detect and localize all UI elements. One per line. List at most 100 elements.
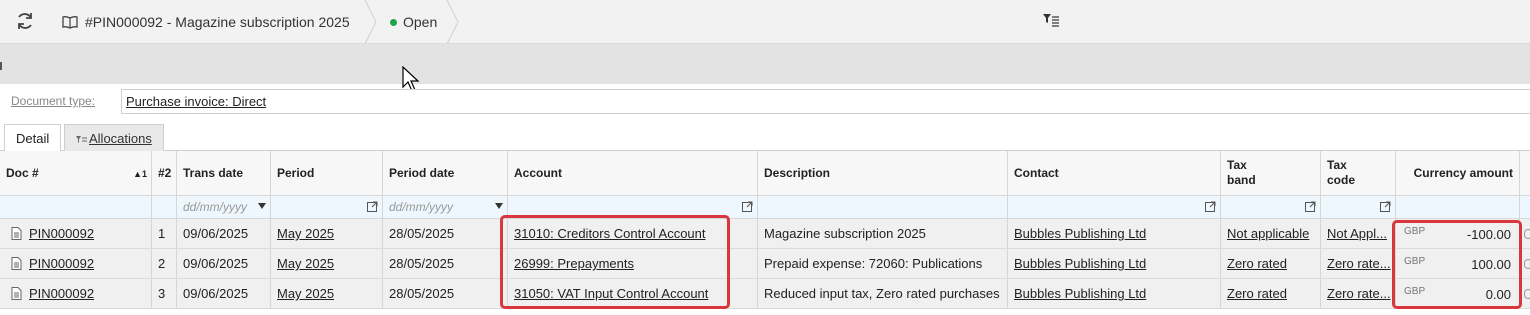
filter-description[interactable] — [758, 196, 1008, 218]
filter-trans-date-placeholder: dd/mm/yyyy — [183, 200, 248, 214]
breadcrumb-separator — [364, 0, 377, 44]
filter-contact[interactable] — [1008, 196, 1221, 218]
cell-tax-code[interactable]: Not Appl... — [1321, 219, 1396, 248]
column-header-contact-label: Contact — [1014, 165, 1059, 180]
column-header-contact[interactable]: Contact — [1008, 151, 1221, 195]
tax-band-link[interactable]: Zero rated — [1227, 256, 1287, 271]
column-header-description[interactable]: Description — [758, 151, 1008, 195]
cell-tax-code[interactable]: Zero rate... — [1321, 279, 1396, 308]
popout-icon[interactable] — [367, 201, 378, 212]
column-header-period-label: Period — [277, 165, 315, 180]
column-header-tax-band-line2: band — [1227, 173, 1256, 187]
breadcrumb-separator — [446, 0, 459, 44]
column-header-account[interactable]: Account — [508, 151, 758, 195]
document-type-value[interactable]: Purchase invoice: Direct — [126, 94, 266, 109]
cell-contact[interactable]: Bubbles Publishing Ltd — [1008, 219, 1221, 248]
contact-link[interactable]: Bubbles Publishing Ltd — [1014, 286, 1146, 301]
trans-date-value: 09/06/2025 — [183, 286, 249, 301]
doc-link[interactable]: PIN000092 — [29, 226, 94, 241]
trans-date-value: 09/06/2025 — [183, 226, 249, 241]
tax-band-link[interactable]: Zero rated — [1227, 286, 1287, 301]
cell-period[interactable]: May 2025 — [271, 279, 383, 308]
cell-period-date: 28/05/2025 — [383, 249, 508, 278]
column-header-line[interactable]: #2 — [152, 151, 177, 195]
column-header-tax-code[interactable]: Tax code — [1321, 151, 1396, 195]
account-highlight-box — [500, 215, 730, 309]
filter-period-date[interactable]: dd/mm/yyyy — [383, 196, 508, 218]
column-header-tax-band[interactable]: Tax band — [1221, 151, 1321, 195]
period-link[interactable]: May 2025 — [277, 286, 334, 301]
period-link[interactable]: May 2025 — [277, 256, 334, 271]
period-date-value: 28/05/2025 — [389, 256, 455, 271]
dropdown-caret-icon[interactable] — [258, 203, 266, 209]
filter-period[interactable] — [271, 196, 383, 218]
description-value: Reduced input tax, Zero rated purchases — [764, 286, 1000, 301]
column-header-currency-amount[interactable]: Currency amount — [1396, 151, 1520, 195]
table-row[interactable]: PIN000092 1 09/06/2025 May 2025 28/05/20… — [0, 219, 1530, 249]
table-row[interactable]: PIN000092 3 09/06/2025 May 2025 28/05/20… — [0, 279, 1530, 309]
cell-doc[interactable]: PIN000092 — [0, 219, 152, 248]
cell-tax-band[interactable]: Not applicable — [1221, 219, 1321, 248]
cell-tax-band[interactable]: Zero rated — [1221, 249, 1321, 278]
popout-icon[interactable] — [1380, 201, 1391, 212]
tax-code-link[interactable]: Not Appl... — [1327, 226, 1387, 241]
cell-contact[interactable]: Bubbles Publishing Ltd — [1008, 279, 1221, 308]
cell-line: 2 — [152, 249, 177, 278]
filter-tax-code[interactable] — [1321, 196, 1396, 218]
cell-doc[interactable]: PIN000092 — [0, 279, 152, 308]
column-header-doc[interactable]: Doc # ▲1 — [0, 151, 152, 195]
popout-icon[interactable] — [1305, 201, 1316, 212]
filter-list-icon[interactable] — [1042, 12, 1060, 28]
line-number: 1 — [158, 226, 166, 241]
document-title: #PIN000092 - Magazine subscription 2025 — [85, 14, 350, 30]
description-value: Prepaid expense: 72060: Publications — [764, 256, 983, 271]
filter-tax-band[interactable] — [1221, 196, 1321, 218]
breadcrumb-document[interactable]: #PIN000092 - Magazine subscription 2025 — [62, 0, 350, 44]
column-header-line-label: #2 — [158, 165, 172, 180]
column-header-period[interactable]: Period — [271, 151, 383, 195]
filter-line[interactable] — [152, 196, 177, 218]
contact-link[interactable]: Bubbles Publishing Ltd — [1014, 226, 1146, 241]
line-number: 2 — [158, 256, 166, 271]
cell-period-date: 28/05/2025 — [383, 219, 508, 248]
filter-trans-date[interactable]: dd/mm/yyyy — [177, 196, 271, 218]
doc-link[interactable]: PIN000092 — [29, 256, 94, 271]
status-label: Open — [403, 14, 438, 30]
column-header-trans-date[interactable]: Trans date — [177, 151, 271, 195]
doc-link[interactable]: PIN000092 — [29, 286, 94, 301]
tax-code-link[interactable]: Zero rate... — [1327, 256, 1391, 271]
document-type-label[interactable]: Document type: — [11, 94, 95, 108]
amount-highlight-box — [1392, 220, 1522, 309]
filter-currency-amount[interactable] — [1396, 196, 1520, 218]
table-row[interactable]: PIN000092 2 09/06/2025 May 2025 28/05/20… — [0, 249, 1530, 279]
cell-line: 3 — [152, 279, 177, 308]
document-type-field[interactable]: Purchase invoice: Direct — [121, 89, 1530, 114]
period-link[interactable]: May 2025 — [277, 226, 334, 241]
cell-tax-band[interactable]: Zero rated — [1221, 279, 1321, 308]
allocations-icon — [76, 136, 87, 143]
cell-line: 1 — [152, 219, 177, 248]
cell-description: Reduced input tax, Zero rated purchases — [758, 279, 1008, 308]
tax-band-link[interactable]: Not applicable — [1227, 226, 1309, 241]
cell-tax-code[interactable]: Zero rate... — [1321, 249, 1396, 278]
refresh-icon[interactable] — [14, 10, 36, 32]
toolbar: #PIN000092 - Magazine subscription 2025 … — [0, 0, 1530, 44]
dropdown-caret-icon[interactable] — [495, 203, 503, 209]
filter-doc[interactable] — [0, 196, 152, 218]
tab-allocations[interactable]: Allocations — [64, 124, 164, 151]
column-header-currency-amount-label: Currency amount — [1413, 165, 1513, 180]
cell-contact[interactable]: Bubbles Publishing Ltd — [1008, 249, 1221, 278]
cell-period[interactable]: May 2025 — [271, 219, 383, 248]
popout-icon[interactable] — [742, 201, 753, 212]
trans-date-value: 09/06/2025 — [183, 256, 249, 271]
contact-link[interactable]: Bubbles Publishing Ltd — [1014, 256, 1146, 271]
tab-allocations-label: Allocations — [89, 131, 152, 146]
tax-code-link[interactable]: Zero rate... — [1327, 286, 1391, 301]
cell-period[interactable]: May 2025 — [271, 249, 383, 278]
tab-bar: Detail Allocations — [0, 124, 1530, 152]
book-icon — [62, 16, 78, 29]
tab-detail[interactable]: Detail — [4, 124, 62, 152]
column-header-period-date[interactable]: Period date — [383, 151, 508, 195]
cell-doc[interactable]: PIN000092 — [0, 249, 152, 278]
popout-icon[interactable] — [1205, 201, 1216, 212]
